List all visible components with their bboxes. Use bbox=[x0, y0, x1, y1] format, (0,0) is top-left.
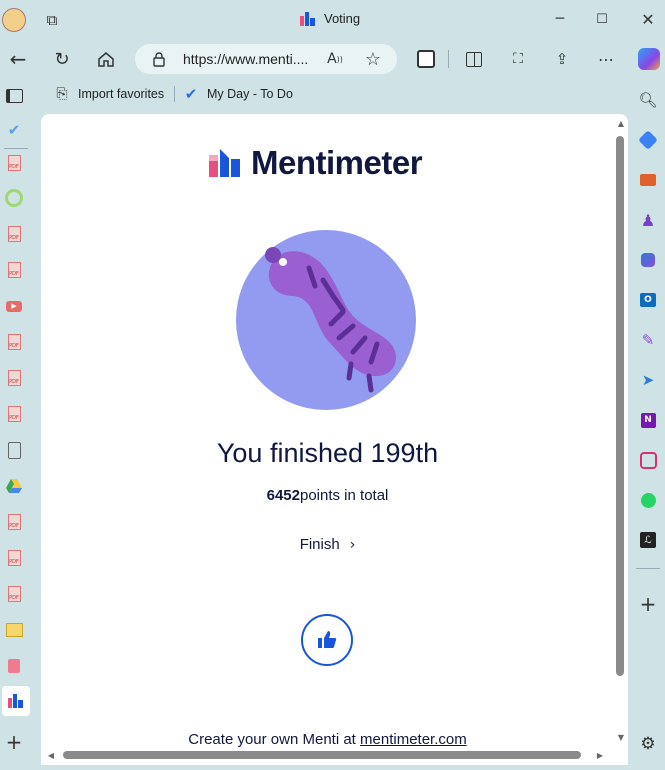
vtab-todo-icon[interactable]: ✔ bbox=[4, 120, 24, 140]
vtab-pdf-icon[interactable]: PDF bbox=[4, 332, 24, 352]
maximize-button[interactable]: ☐ bbox=[590, 8, 614, 30]
screenshot-icon[interactable]: ⛶ bbox=[508, 49, 528, 69]
sidebar-outlook-icon[interactable]: O bbox=[638, 290, 658, 310]
vtab-document-icon[interactable] bbox=[4, 440, 24, 460]
scroll-down-arrow[interactable]: ▼ bbox=[614, 731, 628, 743]
copilot-icon[interactable] bbox=[638, 48, 660, 70]
vtab-divider bbox=[4, 148, 28, 149]
back-button[interactable]: ← bbox=[6, 47, 30, 71]
vtab-pdf-icon[interactable]: PDF bbox=[4, 548, 24, 568]
share-icon[interactable]: ⇪ bbox=[552, 49, 572, 69]
close-button[interactable]: ✕ bbox=[636, 8, 660, 30]
profile-avatar[interactable] bbox=[2, 8, 26, 32]
scroll-up-arrow[interactable]: ▲ bbox=[614, 117, 628, 129]
finish-label: Finish bbox=[299, 536, 340, 553]
split-screen-icon[interactable] bbox=[464, 49, 484, 69]
refresh-button[interactable]: ↻ bbox=[50, 47, 74, 71]
toolbar-divider bbox=[448, 50, 449, 68]
sidebar-shopping-icon[interactable] bbox=[638, 130, 658, 150]
sidebar-games-icon[interactable]: ♟ bbox=[638, 210, 658, 230]
sidebar-tools-icon[interactable] bbox=[638, 170, 658, 190]
sidebar-send-icon[interactable]: ➤ bbox=[638, 370, 658, 390]
sidebar-app-icon[interactable]: ℒ bbox=[638, 530, 658, 550]
favorites-divider bbox=[174, 86, 175, 102]
scroll-right-arrow[interactable]: ▶ bbox=[594, 749, 606, 761]
import-favorites-icon[interactable]: ⎘ bbox=[52, 85, 72, 103]
vtab-bookmark-icon[interactable] bbox=[4, 656, 24, 676]
chevron-right-icon: › bbox=[349, 536, 356, 553]
mentimeter-logo-icon bbox=[209, 149, 240, 177]
vtab-slides-icon[interactable] bbox=[4, 620, 24, 640]
sidebar-settings-icon[interactable]: ⚙ bbox=[638, 734, 658, 754]
sidebar-search-icon[interactable]: 🔍︎ bbox=[638, 90, 658, 110]
read-aloud-icon[interactable]: A)) bbox=[324, 49, 346, 69]
url-text[interactable]: https://www.menti.... bbox=[183, 51, 308, 67]
like-button[interactable] bbox=[301, 614, 353, 666]
mentimeter-favicon-icon bbox=[300, 11, 315, 26]
sidebar-instagram-icon[interactable] bbox=[638, 450, 658, 470]
vtab-pdf-icon[interactable]: PDF bbox=[4, 584, 24, 604]
minimize-button[interactable]: ─ bbox=[548, 8, 572, 30]
points-summary: 6452points in total bbox=[41, 487, 614, 504]
vtab-active-mentimeter[interactable] bbox=[2, 686, 30, 716]
footer-prefix: Create your own Menti at bbox=[188, 731, 356, 748]
home-button[interactable] bbox=[94, 47, 118, 71]
sidebar-whatsapp-icon[interactable] bbox=[638, 490, 658, 510]
vtab-pdf-icon[interactable]: PDF bbox=[4, 153, 24, 173]
more-options-icon[interactable]: ⋯ bbox=[596, 49, 616, 69]
todo-check-icon[interactable]: ✔ bbox=[182, 85, 200, 103]
import-favorites-link[interactable]: Import favorites bbox=[78, 87, 164, 101]
vtab-youtube-icon[interactable]: ▶ bbox=[4, 296, 24, 316]
vtab-pdf-icon[interactable]: PDF bbox=[4, 512, 24, 532]
vtab-pdf-icon[interactable]: PDF bbox=[4, 368, 24, 388]
title-bar: ⧉ Voting ─ ☐ ✕ bbox=[0, 0, 665, 40]
vertical-scroll-thumb[interactable] bbox=[616, 136, 624, 676]
footer-text: Create your own Menti at mentimeter.com bbox=[41, 731, 614, 748]
lock-icon[interactable] bbox=[150, 50, 168, 68]
points-value: 6452 bbox=[266, 487, 300, 504]
result-heading: You finished 199th bbox=[216, 438, 439, 468]
tab-title: Voting bbox=[300, 11, 360, 26]
points-suffix: points in total bbox=[299, 487, 389, 504]
web-page: Mentimeter You finished 199th 6452points… bbox=[41, 114, 628, 765]
vtab-pdf-icon[interactable]: PDF bbox=[4, 404, 24, 424]
tab-actions-icon[interactable] bbox=[4, 87, 24, 105]
my-day-todo-link[interactable]: My Day - To Do bbox=[207, 87, 293, 101]
mentimeter-tab-icon bbox=[8, 694, 23, 708]
sidebar-add-icon[interactable]: + bbox=[638, 592, 658, 616]
sidebar-divider bbox=[636, 568, 660, 569]
vtab-pdf-icon[interactable]: PDF bbox=[4, 260, 24, 280]
horizontal-scroll-thumb[interactable] bbox=[63, 751, 581, 759]
brand-name: Mentimeter bbox=[251, 144, 423, 181]
sidebar-designer-icon[interactable]: ✎ bbox=[638, 330, 658, 350]
new-tab-button[interactable]: + bbox=[4, 730, 24, 754]
mentimeter-logo: Mentimeter bbox=[209, 144, 423, 182]
vtab-pdf-icon[interactable]: PDF bbox=[4, 224, 24, 244]
vtab-ring-icon[interactable] bbox=[4, 188, 24, 208]
extension-icon[interactable] bbox=[416, 49, 436, 69]
workspaces-icon[interactable]: ⧉ bbox=[40, 9, 64, 31]
finish-button[interactable]: Finish › bbox=[41, 536, 614, 553]
tab-title-text: Voting bbox=[324, 11, 361, 26]
sidebar-onenote-icon[interactable]: N bbox=[638, 410, 658, 430]
caterpillar-illustration bbox=[236, 230, 416, 410]
thumbs-up-icon bbox=[318, 631, 337, 648]
vtab-drive-icon[interactable] bbox=[4, 476, 24, 496]
sidebar-microsoft365-icon[interactable] bbox=[638, 250, 658, 270]
scroll-left-arrow[interactable]: ◀ bbox=[45, 749, 57, 761]
favorite-star-icon[interactable]: ☆ bbox=[362, 48, 384, 70]
home-icon bbox=[98, 52, 114, 67]
footer-link[interactable]: mentimeter.com bbox=[360, 731, 467, 748]
